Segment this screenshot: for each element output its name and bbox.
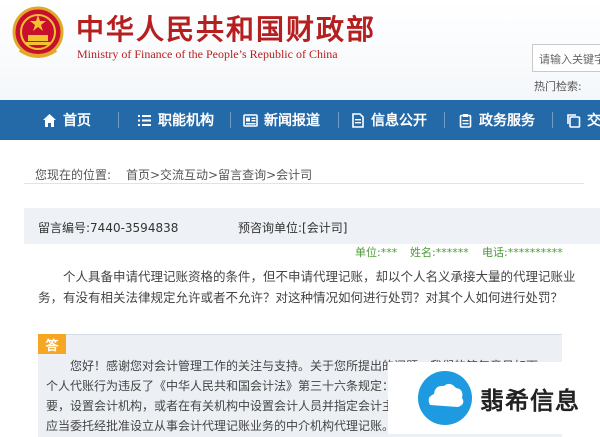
nav-item-label: 信息公开 — [371, 113, 427, 129]
nav-divider — [230, 112, 231, 128]
message-number: 留言编号:7440-3594838 — [38, 221, 179, 235]
breadcrumb[interactable]: 首页>交流互动>留言查询>会计司 — [126, 166, 312, 183]
breadcrumb-label: 您现在的位置: — [35, 168, 112, 182]
breadcrumb-divider — [24, 183, 584, 184]
clipboard-icon — [458, 113, 473, 128]
nav-divider — [118, 112, 119, 128]
nav-item-news[interactable]: 新闻报道 — [243, 100, 320, 140]
main-nav: 首页 职能机构 新闻报道 信息公开 政务服务 交 — [0, 100, 600, 140]
nav-divider — [444, 112, 445, 128]
nav-item-label: 职能机构 — [158, 113, 214, 129]
nav-divider — [338, 112, 339, 128]
nav-item-home[interactable]: 首页 — [42, 100, 91, 140]
message-unit: 单位:*** — [355, 246, 398, 259]
nav-item-label: 政务服务 — [479, 113, 535, 129]
message-name: 姓名:****** — [410, 246, 469, 259]
answer-badge: 答 — [38, 334, 66, 354]
nav-item-label: 新闻报道 — [264, 113, 320, 129]
nav-item-info-disclosure[interactable]: 信息公开 — [350, 100, 427, 140]
home-icon — [42, 113, 57, 128]
nav-item-label: 交 — [587, 113, 600, 129]
question-text: 个人具备申请代理记账资格的条件，但不申请代理记账，却以个人名义承接大量的代理记账… — [38, 269, 576, 305]
list-icon — [137, 113, 152, 128]
watermark-text: 翡希信息 — [480, 386, 580, 415]
hot-search-label: 热门检索: — [534, 80, 582, 93]
search-input[interactable]: 请输入关键字 — [532, 44, 600, 72]
site-header: 中华人民共和国财政部 Ministry of Finance of the Pe… — [0, 0, 600, 100]
nav-item-gov-services[interactable]: 政务服务 — [458, 100, 535, 140]
nav-item-exchange[interactable]: 交 — [566, 100, 600, 140]
site-title[interactable]: 中华人民共和国财政部 — [76, 8, 376, 48]
watermark: 翡希信息 — [388, 362, 600, 434]
nav-divider — [552, 112, 553, 128]
cloud-logo-icon — [418, 371, 472, 425]
nav-item-label: 首页 — [63, 113, 91, 129]
copy-icon — [566, 113, 581, 128]
document-icon — [350, 112, 365, 128]
site-subtitle: Ministry of Finance of the People’s Repu… — [77, 47, 338, 61]
message-phone: 电话:********** — [482, 246, 563, 259]
nav-item-departments[interactable]: 职能机构 — [137, 100, 214, 140]
message-department: 预咨询单位:[会计司] — [238, 221, 348, 235]
national-emblem-icon — [12, 6, 64, 58]
news-icon — [243, 113, 258, 128]
